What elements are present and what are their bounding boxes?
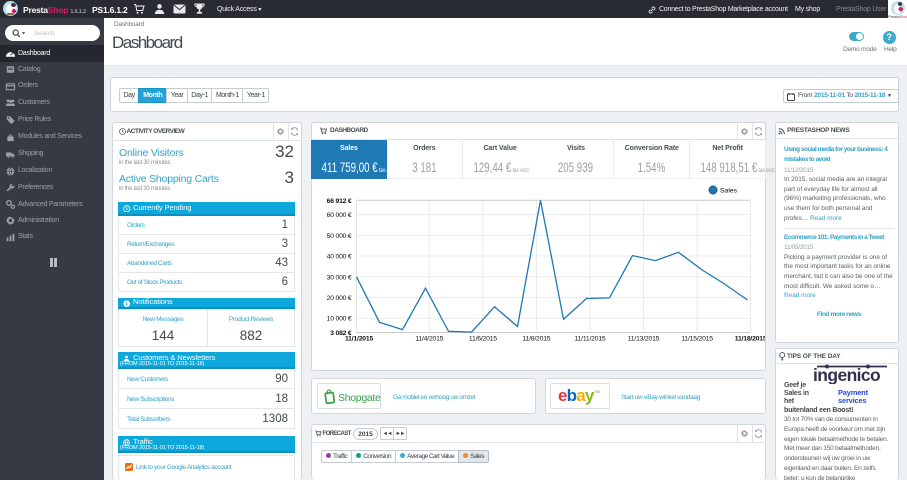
svg-text:11/6/2015: 11/6/2015	[469, 336, 497, 343]
svg-text:10 000 €: 10 000 €	[327, 316, 352, 323]
svg-text:30 000 €: 30 000 €	[327, 274, 352, 281]
svg-text:11/18/2015: 11/18/2015	[735, 336, 765, 343]
svg-text:11/8/2015: 11/8/2015	[522, 336, 550, 343]
svg-text:50 000 €: 50 000 €	[327, 233, 352, 240]
svg-text:Sales: Sales	[720, 188, 738, 195]
svg-text:11/11/2015: 11/11/2015	[574, 336, 605, 343]
svg-text:20 000 €: 20 000 €	[327, 295, 352, 302]
svg-text:40 000 €: 40 000 €	[327, 254, 352, 261]
svg-text:11/1/2015: 11/1/2015	[345, 336, 373, 343]
svg-text:66 912 €: 66 912 €	[327, 198, 352, 205]
svg-text:11/13/2015: 11/13/2015	[628, 336, 660, 343]
svg-text:11/4/2015: 11/4/2015	[415, 336, 443, 343]
svg-text:11/15/2015: 11/15/2015	[681, 336, 713, 343]
svg-text:60 000 €: 60 000 €	[327, 212, 352, 219]
